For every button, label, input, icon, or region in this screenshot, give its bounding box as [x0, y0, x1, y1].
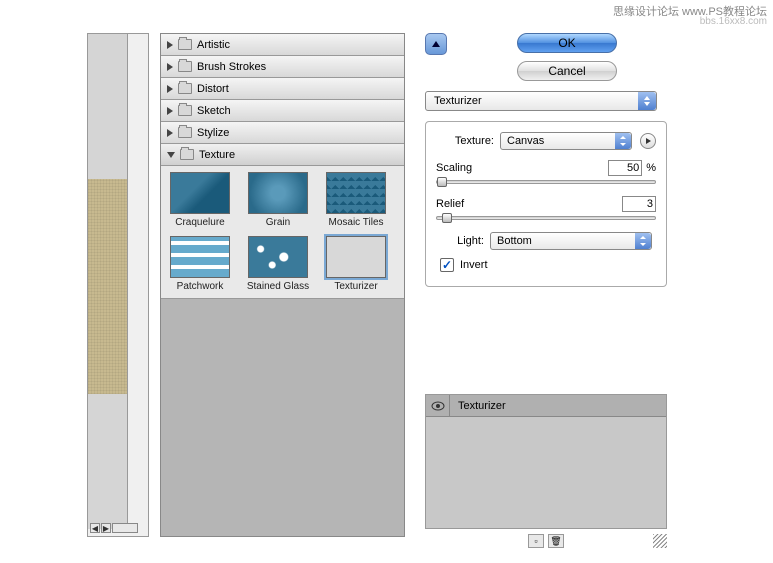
scaling-input[interactable] — [608, 160, 642, 176]
triangle-right-icon — [167, 63, 173, 71]
filter-category-list: Artistic Brush Strokes Distort Sketch St… — [160, 33, 405, 537]
collapse-button[interactable] — [425, 33, 447, 55]
category-artistic[interactable]: Artistic — [161, 34, 404, 56]
scaling-slider[interactable] — [436, 180, 656, 184]
thumb-mosaic-tiles[interactable]: Mosaic Tiles — [321, 172, 391, 228]
thumb-label: Patchwork — [165, 281, 235, 292]
category-sketch[interactable]: Sketch — [161, 100, 404, 122]
layer-row[interactable]: Texturizer — [426, 395, 666, 417]
visibility-toggle[interactable] — [426, 395, 450, 417]
invert-label: Invert — [460, 259, 488, 271]
thumb-image — [248, 236, 308, 278]
preview-texture — [88, 179, 128, 394]
scroll-right-icon[interactable]: ▶ — [101, 523, 111, 533]
texture-fieldset: Texture: Canvas Scaling % Relief Light: — [425, 121, 667, 287]
settings-panel: OK Cancel Texturizer Texture: Canvas Sca… — [425, 33, 667, 297]
effect-layers-panel: Texturizer ▫ 🗑 — [425, 394, 667, 529]
scaling-unit: % — [646, 162, 656, 174]
folder-icon — [178, 83, 192, 94]
category-label: Brush Strokes — [197, 61, 266, 73]
load-texture-button[interactable] — [640, 133, 656, 149]
thumb-label: Stained Glass — [243, 281, 313, 292]
delete-layer-button[interactable]: 🗑 — [548, 534, 564, 548]
relief-input[interactable] — [622, 196, 656, 212]
filter-thumbnails: Craquelure Grain Mosaic Tiles Patchwork … — [161, 166, 404, 299]
texture-label: Texture: — [436, 135, 494, 147]
filter-select[interactable]: Texturizer — [425, 91, 657, 111]
folder-icon — [180, 149, 194, 160]
thumb-image — [326, 172, 386, 214]
slider-thumb[interactable] — [437, 177, 447, 187]
triangle-right-icon — [167, 85, 173, 93]
category-label: Texture — [199, 149, 235, 161]
thumb-patchwork[interactable]: Patchwork — [165, 236, 235, 292]
thumb-image — [248, 172, 308, 214]
folder-icon — [178, 127, 192, 138]
cancel-button[interactable]: Cancel — [517, 61, 617, 81]
relief-label: Relief — [436, 198, 464, 210]
scroll-track[interactable] — [112, 523, 138, 533]
category-label: Stylize — [197, 127, 229, 139]
thumb-label: Craquelure — [165, 217, 235, 228]
folder-icon — [178, 39, 192, 50]
category-label: Distort — [197, 83, 229, 95]
updown-arrows-icon — [615, 133, 631, 149]
triangle-up-icon — [432, 41, 440, 47]
watermark-text-2: bbs.16xx8.com — [700, 16, 767, 27]
thumb-image — [326, 236, 386, 278]
resize-handle-icon[interactable] — [653, 534, 667, 548]
scaling-label: Scaling — [436, 162, 472, 174]
updown-arrows-icon — [635, 233, 651, 249]
category-label: Artistic — [197, 39, 230, 51]
preview-pane — [87, 33, 149, 537]
category-stylize[interactable]: Stylize — [161, 122, 404, 144]
triangle-right-icon — [167, 41, 173, 49]
invert-checkbox[interactable] — [440, 258, 454, 272]
thumb-label: Mosaic Tiles — [321, 217, 391, 228]
light-select[interactable]: Bottom — [490, 232, 652, 250]
scroll-left-icon[interactable]: ◀ — [90, 523, 100, 533]
category-distort[interactable]: Distort — [161, 78, 404, 100]
texture-select[interactable]: Canvas — [500, 132, 632, 150]
filter-select-value: Texturizer — [434, 95, 482, 107]
slider-thumb[interactable] — [442, 213, 452, 223]
thumb-label: Grain — [243, 217, 313, 228]
preview-scrollbar[interactable]: ◀ ▶ — [90, 523, 138, 562]
thumb-stained-glass[interactable]: Stained Glass — [243, 236, 313, 292]
layer-name: Texturizer — [450, 400, 506, 412]
folder-icon — [178, 61, 192, 72]
preview-content — [88, 34, 128, 529]
new-layer-button[interactable]: ▫ — [528, 534, 544, 548]
texture-select-value: Canvas — [507, 135, 544, 147]
folder-icon — [178, 105, 192, 116]
ok-button[interactable]: OK — [517, 33, 617, 53]
thumb-craquelure[interactable]: Craquelure — [165, 172, 235, 228]
thumb-image — [170, 236, 230, 278]
category-texture[interactable]: Texture — [161, 144, 404, 166]
triangle-right-icon — [167, 107, 173, 115]
triangle-right-icon — [167, 129, 173, 137]
updown-arrows-icon — [638, 92, 656, 110]
triangle-down-icon — [167, 152, 175, 158]
thumb-label: Texturizer — [321, 281, 391, 292]
category-brush-strokes[interactable]: Brush Strokes — [161, 56, 404, 78]
light-select-value: Bottom — [497, 235, 532, 247]
thumb-grain[interactable]: Grain — [243, 172, 313, 228]
category-label: Sketch — [197, 105, 231, 117]
thumb-texturizer[interactable]: Texturizer — [321, 236, 391, 292]
light-label: Light: — [436, 235, 484, 247]
eye-icon — [431, 401, 445, 411]
relief-slider[interactable] — [436, 216, 656, 220]
thumb-image — [170, 172, 230, 214]
